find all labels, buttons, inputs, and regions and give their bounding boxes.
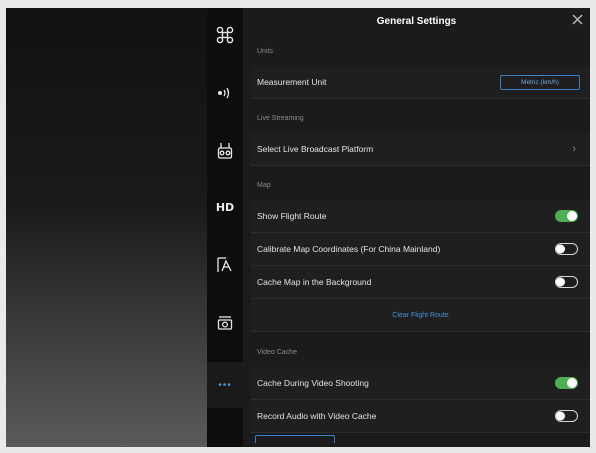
live-platform-label: Select Live Broadcast Platform <box>257 144 374 154</box>
section-units: Units <box>257 48 273 55</box>
record-audio-row: Record Audio with Video Cache <box>251 400 590 433</box>
section-map: Map <box>257 182 271 189</box>
battery-icon[interactable] <box>207 248 243 282</box>
clear-flight-route-row: Clear Flight Route <box>251 299 590 332</box>
calibrate-map-row: Calibrate Map Coordinates (For China Mai… <box>251 233 590 266</box>
page-title: General Settings <box>376 15 457 27</box>
hd-label: HD <box>215 200 235 214</box>
general-settings-panel: General Settings Units Measurement Unit … <box>243 8 590 447</box>
cache-map-toggle[interactable] <box>555 276 578 288</box>
more-icon[interactable]: ••• <box>207 362 243 408</box>
settings-sidebar: HD ••• <box>207 8 243 447</box>
section-live-streaming: Live Streaming <box>257 115 304 122</box>
clear-flight-route-button[interactable]: Clear Flight Route <box>251 312 590 319</box>
section-video-cache: Video Cache <box>257 349 297 356</box>
partial-button[interactable] <box>255 435 335 443</box>
app-window: HD ••• General Settings Units Measuremen… <box>6 8 590 447</box>
show-flight-route-toggle[interactable] <box>555 210 578 222</box>
toggle-knob <box>556 411 565 421</box>
cache-map-label: Cache Map in the Background <box>257 277 372 287</box>
controller-icon[interactable] <box>207 134 243 168</box>
record-audio-toggle[interactable] <box>555 410 578 422</box>
record-audio-label: Record Audio with Video Cache <box>257 411 377 421</box>
chevron-right-icon: › <box>572 143 576 155</box>
hd-icon[interactable]: HD <box>207 190 243 224</box>
cache-during-shooting-label: Cache During Video Shooting <box>257 378 369 388</box>
cache-during-shooting-row: Cache During Video Shooting <box>251 367 590 400</box>
camera-view <box>6 8 207 447</box>
measurement-unit-button[interactable]: Metric (km/h) <box>500 74 580 90</box>
measurement-unit-label: Measurement Unit <box>257 77 327 87</box>
toggle-knob <box>556 277 565 287</box>
live-platform-row[interactable]: Select Live Broadcast Platform › <box>251 133 590 166</box>
toggle-knob <box>567 211 577 221</box>
close-icon[interactable] <box>568 10 586 28</box>
cache-during-shooting-toggle[interactable] <box>555 377 578 389</box>
show-flight-route-label: Show Flight Route <box>257 211 327 221</box>
measurement-unit-row: Measurement Unit Metric (km/h) <box>251 66 590 99</box>
show-flight-route-row: Show Flight Route <box>251 200 590 233</box>
remote-signal-icon[interactable] <box>207 76 243 110</box>
toggle-knob <box>567 378 577 388</box>
calibrate-map-toggle[interactable] <box>555 243 578 255</box>
toggle-knob <box>556 244 565 254</box>
camera-icon[interactable] <box>207 306 243 340</box>
cache-map-row: Cache Map in the Background <box>251 266 590 299</box>
aircraft-icon[interactable] <box>207 18 243 52</box>
more-dots: ••• <box>218 379 232 391</box>
calibrate-map-label: Calibrate Map Coordinates (For China Mai… <box>257 244 441 254</box>
